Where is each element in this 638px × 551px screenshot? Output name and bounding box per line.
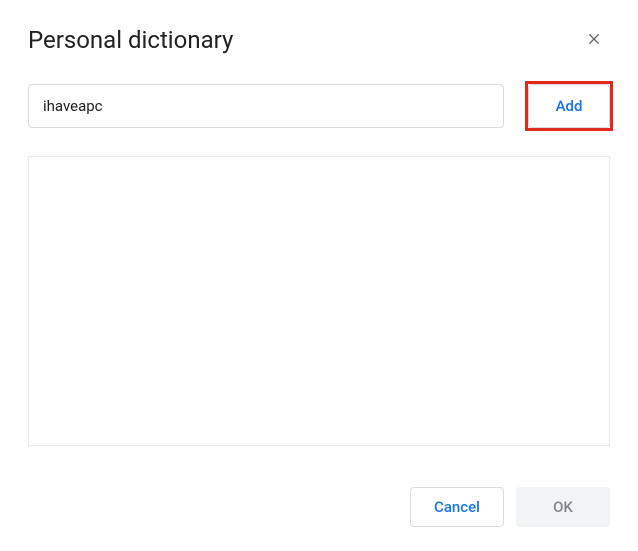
word-list[interactable]: [28, 156, 610, 446]
dialog-title: Personal dictionary: [28, 26, 233, 54]
close-button[interactable]: [578, 24, 610, 56]
add-button[interactable]: Add: [528, 84, 610, 128]
ok-button[interactable]: OK: [516, 487, 610, 527]
word-input[interactable]: [28, 84, 504, 128]
close-icon: [586, 31, 602, 50]
cancel-button[interactable]: Cancel: [410, 487, 504, 527]
